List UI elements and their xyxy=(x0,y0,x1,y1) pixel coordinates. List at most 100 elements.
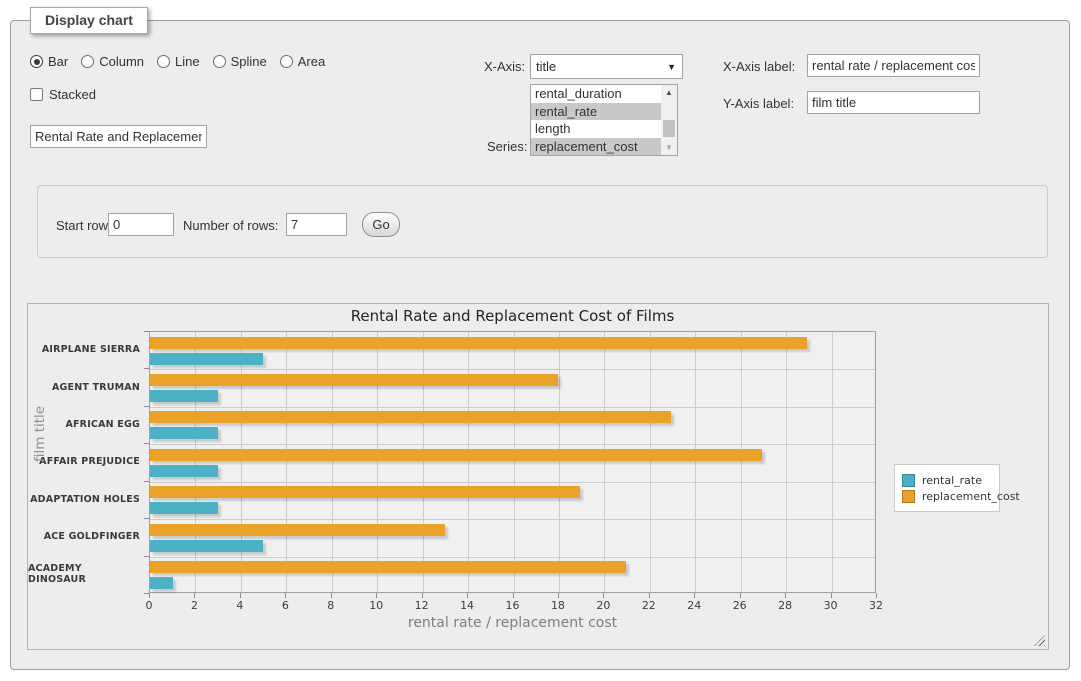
y-tick-mark xyxy=(144,406,149,407)
legend-item: rental_rate xyxy=(902,473,992,487)
x-tick-mark xyxy=(422,593,423,598)
x-tick-mark xyxy=(649,593,650,598)
num-rows-input[interactable] xyxy=(286,213,347,236)
x-tick-mark xyxy=(876,593,877,598)
x-tick-label: 8 xyxy=(327,599,334,612)
y-tick-mark xyxy=(144,481,149,482)
y-tick-mark xyxy=(144,443,149,444)
x-tick-label: 16 xyxy=(506,599,520,612)
chart-type-option-bar[interactable]: Bar xyxy=(30,54,68,69)
x-tick-mark xyxy=(513,593,514,598)
series-listbox[interactable]: rental_durationrental_ratelengthreplacem… xyxy=(530,84,678,156)
chart-legend: rental_ratereplacement_cost xyxy=(894,464,1000,512)
chart-type-option-label: Column xyxy=(99,54,144,69)
x-tick-mark xyxy=(240,593,241,598)
bar-replacement-cost xyxy=(150,411,671,423)
gridline xyxy=(377,332,378,592)
num-rows-label: Number of rows: xyxy=(183,218,278,233)
x-tick-mark xyxy=(467,593,468,598)
gridline xyxy=(150,519,875,520)
gridline xyxy=(786,332,787,592)
chart-type-option-column[interactable]: Column xyxy=(81,54,144,69)
gridline xyxy=(423,332,424,592)
x-axis-label-input[interactable] xyxy=(807,54,980,77)
go-button[interactable]: Go xyxy=(362,212,400,237)
chart-type-option-spline[interactable]: Spline xyxy=(213,54,267,69)
bar-replacement-cost xyxy=(150,337,807,349)
x-axis-label: X-Axis: xyxy=(484,59,525,74)
x-tick-mark xyxy=(194,593,195,598)
x-tick-label: 22 xyxy=(642,599,656,612)
x-tick-label: 4 xyxy=(236,599,243,612)
y-axis-title: film title xyxy=(32,406,48,462)
x-tick-label: 12 xyxy=(415,599,429,612)
gridline xyxy=(741,332,742,592)
gridline xyxy=(150,369,875,370)
x-axis-select[interactable]: title ▼ xyxy=(530,54,683,79)
chart-type-option-area[interactable]: Area xyxy=(280,54,325,69)
x-tick-mark xyxy=(603,593,604,598)
gridline xyxy=(604,332,605,592)
x-tick-label: 26 xyxy=(733,599,747,612)
y-category-label: AGENT TRUMAN xyxy=(28,368,140,405)
scroll-up-icon[interactable]: ▲ xyxy=(661,85,677,100)
gridline xyxy=(559,332,560,592)
start-row-input[interactable] xyxy=(108,213,174,236)
chart-container: Rental Rate and Replacement Cost of Film… xyxy=(27,303,1049,650)
scrollbar[interactable]: ▲ ▼ xyxy=(661,85,677,155)
x-tick-mark xyxy=(785,593,786,598)
gridline xyxy=(695,332,696,592)
radio-icon xyxy=(213,55,226,68)
y-tick-mark xyxy=(144,556,149,557)
x-tick-mark xyxy=(740,593,741,598)
radio-icon xyxy=(81,55,94,68)
chart-type-option-line[interactable]: Line xyxy=(157,54,200,69)
bar-replacement-cost xyxy=(150,374,558,386)
series-option-rental-duration[interactable]: rental_duration xyxy=(531,85,662,103)
x-tick-mark xyxy=(285,593,286,598)
bar-replacement-cost xyxy=(150,486,580,498)
resize-handle-icon[interactable] xyxy=(1034,635,1045,646)
series-option-rental-rate[interactable]: rental_rate xyxy=(531,103,662,121)
x-tick-label: 24 xyxy=(687,599,701,612)
gridline xyxy=(332,332,333,592)
y-tick-mark xyxy=(144,368,149,369)
x-tick-label: 18 xyxy=(551,599,565,612)
y-category-label: ADAPTATION HOLES xyxy=(28,481,140,518)
x-tick-label: 10 xyxy=(369,599,383,612)
chart-type-option-label: Bar xyxy=(48,54,68,69)
bar-rental-rate xyxy=(150,577,173,589)
y-category-label: ACE GOLDFINGER xyxy=(28,518,140,555)
bar-rental-rate xyxy=(150,540,263,552)
radio-icon xyxy=(280,55,293,68)
x-axis-selected-value: title xyxy=(536,59,667,74)
y-axis-label-input[interactable] xyxy=(807,91,980,114)
chart-title-input[interactable] xyxy=(30,125,207,148)
start-row-label: Start row: xyxy=(56,218,112,233)
scroll-down-icon[interactable]: ▼ xyxy=(661,140,677,155)
x-axis-label-caption: X-Axis label: xyxy=(723,59,795,74)
x-tick-mark xyxy=(558,593,559,598)
scrollbar-thumb[interactable] xyxy=(663,120,675,137)
x-tick-label: 30 xyxy=(824,599,838,612)
series-option-replacement-cost[interactable]: replacement_cost xyxy=(531,138,662,156)
gridline xyxy=(241,332,242,592)
x-tick-label: 32 xyxy=(869,599,883,612)
bar-replacement-cost xyxy=(150,449,762,461)
chart-type-option-label: Area xyxy=(298,54,325,69)
stacked-label: Stacked xyxy=(49,87,96,102)
chart-type-group: Bar Column Line Spline Area xyxy=(30,54,325,69)
legend-label: replacement_cost xyxy=(922,490,1020,503)
x-axis-title: rental rate / replacement cost xyxy=(149,615,876,631)
chart-type-option-label: Spline xyxy=(231,54,267,69)
y-category-label: ACADEMY DINOSAUR xyxy=(28,556,140,593)
y-tick-mark xyxy=(144,518,149,519)
series-option-length[interactable]: length xyxy=(531,120,662,138)
gridline xyxy=(650,332,651,592)
gridline xyxy=(832,332,833,592)
x-tick-mark xyxy=(149,593,150,598)
x-tick-mark xyxy=(831,593,832,598)
x-tick-label: 28 xyxy=(778,599,792,612)
stacked-checkbox[interactable] xyxy=(30,88,43,101)
gridline xyxy=(286,332,287,592)
